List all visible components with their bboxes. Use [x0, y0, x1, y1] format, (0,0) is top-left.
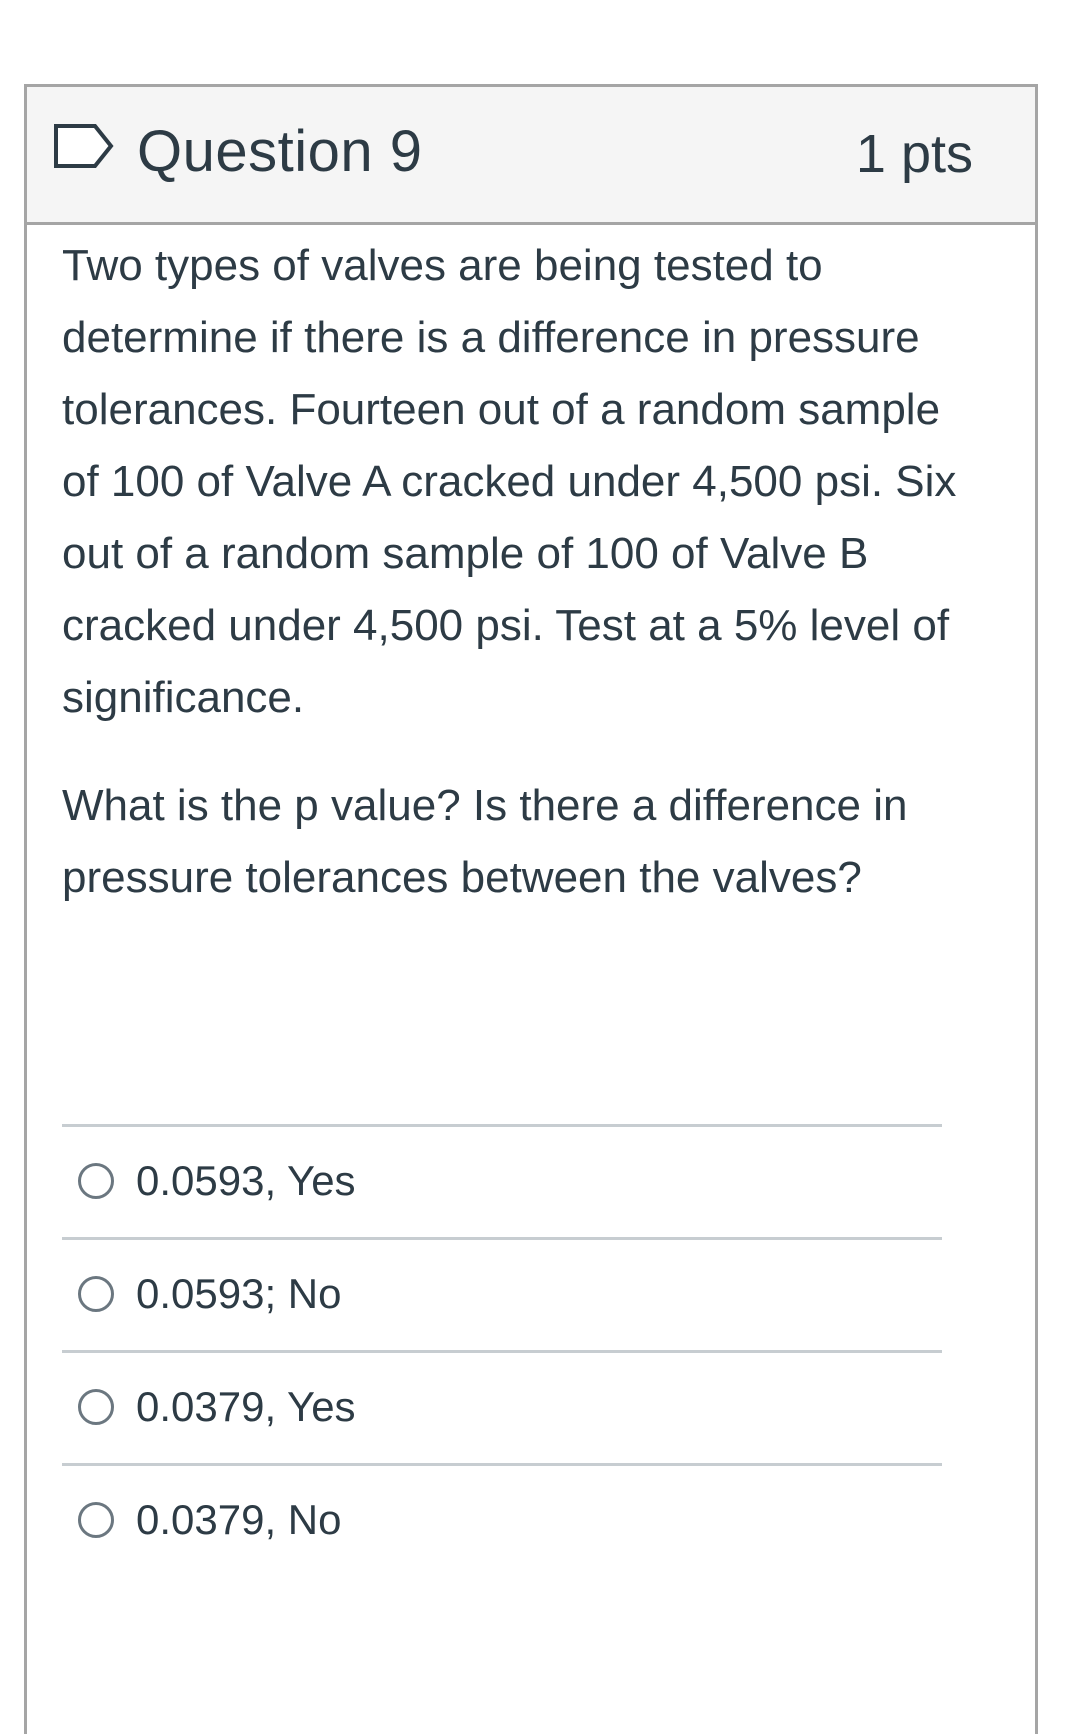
- question-paragraph: Two types of valves are being tested to …: [62, 241, 957, 722]
- radio-button[interactable]: [78, 1389, 114, 1425]
- question-body: Two types of valves are being tested to …: [62, 230, 962, 914]
- answer-label[interactable]: 0.0593; No: [136, 1266, 342, 1322]
- question-points: 1 pts: [855, 124, 973, 184]
- flag-outline-icon[interactable]: [53, 123, 115, 169]
- question-title: Question 9: [137, 119, 423, 184]
- answer-label[interactable]: 0.0379, Yes: [136, 1379, 356, 1435]
- answer-label[interactable]: 0.0593, Yes: [136, 1153, 356, 1209]
- question-text: Two types of valves are being tested to …: [62, 230, 962, 914]
- answer-option-3[interactable]: 0.0379, Yes: [62, 1350, 942, 1463]
- answer-option-2[interactable]: 0.0593; No: [62, 1237, 942, 1350]
- answer-option-4[interactable]: 0.0379, No: [62, 1463, 942, 1576]
- radio-button[interactable]: [78, 1276, 114, 1312]
- question-prompt: What is the p value? Is there a differen…: [62, 781, 908, 902]
- answer-label[interactable]: 0.0379, No: [136, 1492, 342, 1548]
- answer-list: 0.0593, Yes 0.0593; No 0.0379, Yes 0.037…: [62, 1124, 942, 1576]
- radio-button[interactable]: [78, 1163, 114, 1199]
- radio-button[interactable]: [78, 1502, 114, 1538]
- question-header: Question 9 1 pts: [27, 87, 1035, 225]
- answer-option-1[interactable]: 0.0593, Yes: [62, 1124, 942, 1237]
